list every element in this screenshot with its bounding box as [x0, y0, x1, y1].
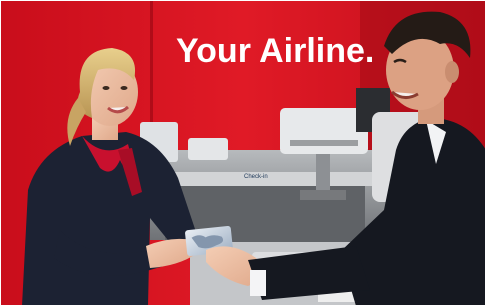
printer-box — [188, 138, 228, 160]
passenger-ear — [445, 61, 459, 83]
counter-sign-text: Check-in — [244, 174, 268, 180]
kiosk-center-stand — [316, 154, 330, 194]
agent-eye-right — [120, 86, 128, 90]
counter-top — [150, 172, 400, 186]
airline-checkin-photo: Your Airline. Check-in — [0, 0, 486, 306]
wall-sign-text: Your Airline. — [176, 32, 374, 70]
kiosk-center-slot — [290, 140, 358, 146]
passenger-cuff — [250, 270, 266, 296]
kiosk-base — [300, 190, 346, 200]
kiosk-center — [280, 108, 368, 154]
agent-eye-left — [102, 86, 110, 90]
